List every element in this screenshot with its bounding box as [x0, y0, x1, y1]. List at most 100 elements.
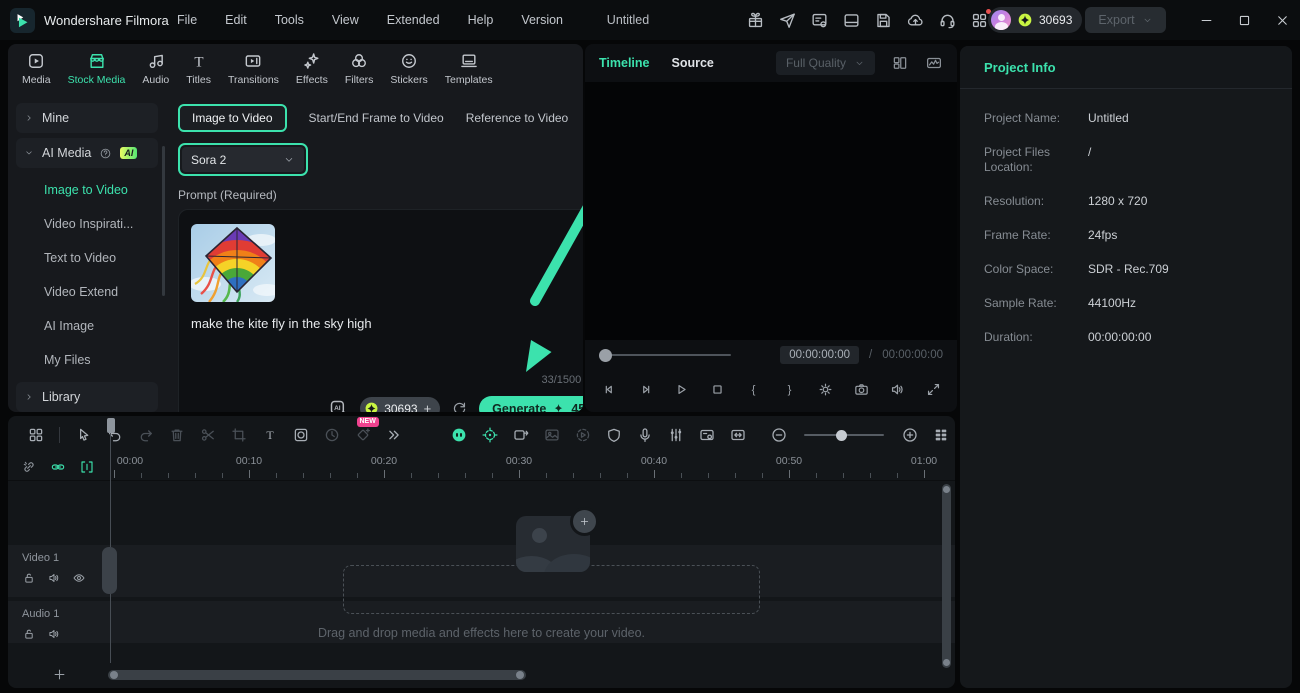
marker-tool[interactable] [481, 426, 499, 444]
sidebar-item-my-files[interactable]: My Files [8, 343, 168, 377]
model-select[interactable]: Sora 2 [182, 147, 304, 172]
preview-viewport[interactable] [585, 82, 957, 340]
send-button[interactable] [778, 11, 797, 30]
generator-tab-start-end-frame-to-video[interactable]: Start/End Frame to Video [309, 111, 444, 125]
scroll-end-handle[interactable] [516, 671, 524, 679]
media-tab-templates[interactable]: Templates [445, 51, 493, 86]
next-frame-button[interactable] [637, 381, 654, 398]
fullscreen-button[interactable] [925, 381, 942, 398]
sidebar-item-video-inspirati-[interactable]: Video Inspirati... [8, 207, 168, 241]
minimize-button[interactable] [1199, 13, 1214, 28]
menu-view[interactable]: View [318, 13, 373, 27]
timeline-ruler[interactable]: 00:00 00:10 00:20 00:30 00:40 00:50 01:00 [8, 454, 955, 481]
sidebar-item-ai-image[interactable]: AI Image [8, 309, 168, 343]
camera-button[interactable] [853, 381, 870, 398]
feedback-button[interactable] [810, 11, 829, 30]
text-tool[interactable]: T [261, 426, 279, 444]
ai-rewrite-icon[interactable]: AI [328, 398, 349, 412]
add-track-button[interactable] [52, 667, 67, 682]
stop-button[interactable] [709, 381, 726, 398]
brace-close-button[interactable]: } [781, 381, 798, 398]
sidebar-scrollbar[interactable] [162, 146, 165, 296]
prompt-card[interactable]: make the kite fly in the sky high 33/150… [178, 209, 583, 412]
cursor-tool[interactable] [75, 426, 93, 444]
apps-tool[interactable] [27, 426, 45, 444]
timeline-drop-target[interactable] [343, 565, 760, 614]
mixer-tool[interactable] [667, 426, 685, 444]
media-tab-audio[interactable]: Audio [142, 51, 169, 86]
autofit-tool[interactable] [729, 426, 747, 444]
media-tab-transitions[interactable]: Transitions [228, 51, 279, 86]
media-tab-media[interactable]: Media [22, 51, 51, 86]
seek-bar[interactable] [599, 348, 731, 362]
zoom-slider-handle[interactable] [836, 429, 847, 441]
link-tool[interactable] [50, 459, 66, 475]
sidebar-group-mine[interactable]: Mine [16, 103, 158, 133]
quality-select[interactable]: Full Quality [775, 51, 875, 75]
close-button[interactable] [1275, 13, 1290, 28]
cloud-upload-button[interactable] [906, 11, 925, 30]
export-button[interactable]: Export [1085, 7, 1166, 33]
menu-edit[interactable]: Edit [211, 13, 261, 27]
sidebar-group-library[interactable]: Library [16, 382, 158, 412]
credits-pill[interactable]: 30693 + [360, 397, 441, 412]
menu-extended[interactable]: Extended [373, 13, 454, 27]
sidebar-item-video-extend[interactable]: Video Extend [8, 275, 168, 309]
robot-tool[interactable] [450, 426, 468, 444]
prompt-image-thumbnail[interactable] [191, 224, 275, 302]
zoom-slider[interactable] [804, 429, 884, 441]
sidebar-group-ai-media[interactable]: AI Media AI [16, 138, 158, 168]
generator-tab-reference-to-video[interactable]: Reference to Video [466, 111, 569, 125]
playhead[interactable] [107, 418, 115, 433]
media-tab-stock-media[interactable]: Stock Media [68, 51, 125, 86]
track-list-tool[interactable] [932, 426, 950, 444]
sidebar-item-image-to-video[interactable]: Image to Video [8, 173, 168, 207]
vertical-scrollbar[interactable] [942, 484, 951, 668]
split-tool[interactable] [512, 426, 530, 444]
video-scope-icon[interactable] [925, 54, 943, 72]
unlink-tool[interactable] [21, 459, 37, 475]
menu-tools[interactable]: Tools [261, 13, 318, 27]
refresh-icon[interactable] [451, 400, 468, 412]
media-tab-titles[interactable]: T Titles [186, 51, 211, 86]
record-tool[interactable] [698, 426, 716, 444]
scroll-start-handle[interactable] [110, 671, 118, 679]
tab-timeline[interactable]: Timeline [599, 56, 649, 70]
help-icon[interactable] [99, 147, 112, 160]
generate-button[interactable]: Generate 450 [479, 396, 583, 412]
brace-open-button[interactable]: { [745, 381, 762, 398]
user-avatar[interactable] [991, 10, 1011, 30]
layout-grid-icon[interactable] [891, 54, 909, 72]
seek-handle[interactable] [599, 348, 612, 362]
mask-tool[interactable] [292, 426, 310, 444]
gear-button[interactable] [817, 381, 834, 398]
generator-tab-image-to-video[interactable]: Image to Video [178, 104, 287, 132]
visibility-icon[interactable] [72, 571, 86, 585]
zoom-out-icon[interactable] [770, 426, 788, 444]
account-credits-pill[interactable]: 30693 [988, 7, 1083, 33]
menu-help[interactable]: Help [454, 13, 508, 27]
media-tab-filters[interactable]: Filters [345, 51, 373, 86]
menu-file[interactable]: File [163, 13, 211, 27]
tab-source[interactable]: Source [671, 56, 713, 70]
track-resize-handle[interactable] [102, 547, 117, 594]
headset-button[interactable] [938, 11, 957, 30]
current-timecode[interactable]: 00:00:00:00 [780, 346, 860, 364]
shield-tool[interactable] [605, 426, 623, 444]
lock-icon[interactable] [22, 571, 36, 585]
more-tool[interactable] [385, 426, 403, 444]
snap-tool[interactable] [79, 459, 95, 475]
mute-icon[interactable] [47, 571, 61, 585]
maximize-button[interactable] [1237, 13, 1252, 28]
add-credits-plus[interactable]: + [424, 401, 432, 412]
sidebar-item-text-to-video[interactable]: Text to Video [8, 241, 168, 275]
prompt-text[interactable]: make the kite fly in the sky high [191, 316, 372, 331]
save-button[interactable] [874, 11, 893, 30]
play-button[interactable] [673, 381, 690, 398]
speaker-button[interactable] [889, 381, 906, 398]
media-tab-effects[interactable]: Effects [296, 51, 328, 86]
add-media-plus-icon[interactable] [570, 507, 599, 536]
gift-button[interactable] [746, 11, 765, 30]
horizontal-scrollbar[interactable] [108, 670, 526, 680]
apps-button[interactable] [970, 8, 991, 30]
